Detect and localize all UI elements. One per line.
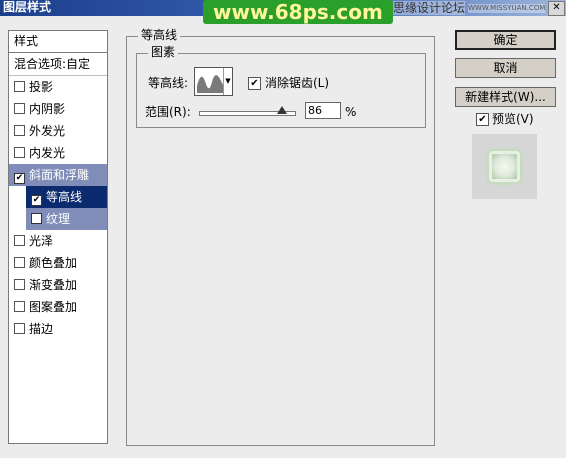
style-item-gradient-overlay[interactable]: 渐变叠加 [9,274,107,296]
style-label: 描边 [29,322,54,336]
style-label: 内发光 [29,146,66,160]
contour-picker[interactable]: ▼ [194,67,233,96]
style-item-contour[interactable]: ✔ 等高线 [26,186,107,208]
style-label: 纹理 [46,212,71,226]
preview-swatch [486,148,523,185]
style-label: 颜色叠加 [29,256,78,270]
site-name: 思缘设计论坛 [393,1,466,15]
cancel-button[interactable]: 取消 [455,58,556,78]
style-checkbox[interactable]: ✔ [14,173,25,184]
style-preview [472,134,537,199]
style-checkbox[interactable] [14,147,25,158]
style-label: 等高线 [46,190,83,204]
range-input[interactable]: 86 [305,102,341,119]
style-checkbox[interactable] [14,235,25,246]
range-label: 范围(R): [145,105,191,119]
style-label: 投影 [29,80,54,94]
style-checkbox[interactable] [14,279,25,290]
style-label: 外发光 [29,124,66,138]
preview-label: 预览(V) [492,112,534,126]
new-style-button[interactable]: 新建样式(W)... [455,87,556,107]
anti-alias-checkbox[interactable]: ✔ [248,77,261,90]
style-checkbox[interactable] [14,323,25,334]
style-item-bevel-emboss[interactable]: ✔ 斜面和浮雕 [9,164,107,186]
title-bar: 图层样式 www.68ps.com 思缘设计论坛 WWW.MISSYUAN.CO… [0,0,566,24]
style-checkbox[interactable]: ✔ [31,195,42,206]
watermark: www.68ps.com [203,0,393,24]
dialog-title: 图层样式 [3,0,52,14]
close-button[interactable]: ✕ [548,1,565,16]
style-checkbox[interactable] [14,81,25,92]
style-item-color-overlay[interactable]: 颜色叠加 [9,252,107,274]
style-item-texture[interactable]: 纹理 [26,208,107,230]
contour-curve-icon [197,70,224,93]
style-label: 图案叠加 [29,300,78,314]
style-checkbox[interactable] [14,125,25,136]
style-checkbox[interactable] [31,213,42,224]
style-label: 斜面和浮雕 [29,168,90,182]
anti-alias-label: 消除锯齿(L) [265,76,330,90]
range-slider-thumb[interactable] [277,106,287,114]
styles-list: 样式 混合选项:自定 投影 内阴影 外发光 内发光 ✔ 斜面和浮雕 ✔ 等高线 纹理… [8,30,108,444]
preview-checkbox[interactable]: ✔ [476,113,489,126]
contour-label: 等高线: [148,76,189,90]
styles-header[interactable]: 样式 [9,31,107,53]
style-item-stroke[interactable]: 描边 [9,318,107,340]
style-item-satin[interactable]: 光泽 [9,230,107,252]
style-checkbox[interactable] [14,103,25,114]
range-unit: % [345,105,357,119]
style-item-inner-glow[interactable]: 内发光 [9,142,107,164]
style-checkbox[interactable] [14,257,25,268]
chevron-down-icon[interactable]: ▼ [223,68,232,95]
style-checkbox[interactable] [14,301,25,312]
style-item-drop-shadow[interactable]: 投影 [9,76,107,98]
site-url: WWW.MISSYUAN.COM [468,4,546,13]
ok-button[interactable]: 确定 [455,30,556,50]
style-label: 渐变叠加 [29,278,78,292]
style-item-outer-glow[interactable]: 外发光 [9,120,107,142]
elements-group-title: 图素 [148,45,179,59]
style-item-pattern-overlay[interactable]: 图案叠加 [9,296,107,318]
blend-options-item[interactable]: 混合选项:自定 [9,53,107,76]
contour-group-title: 等高线 [138,28,181,42]
style-label: 内阴影 [29,102,66,116]
style-item-inner-shadow[interactable]: 内阴影 [9,98,107,120]
style-label: 光泽 [29,234,54,248]
